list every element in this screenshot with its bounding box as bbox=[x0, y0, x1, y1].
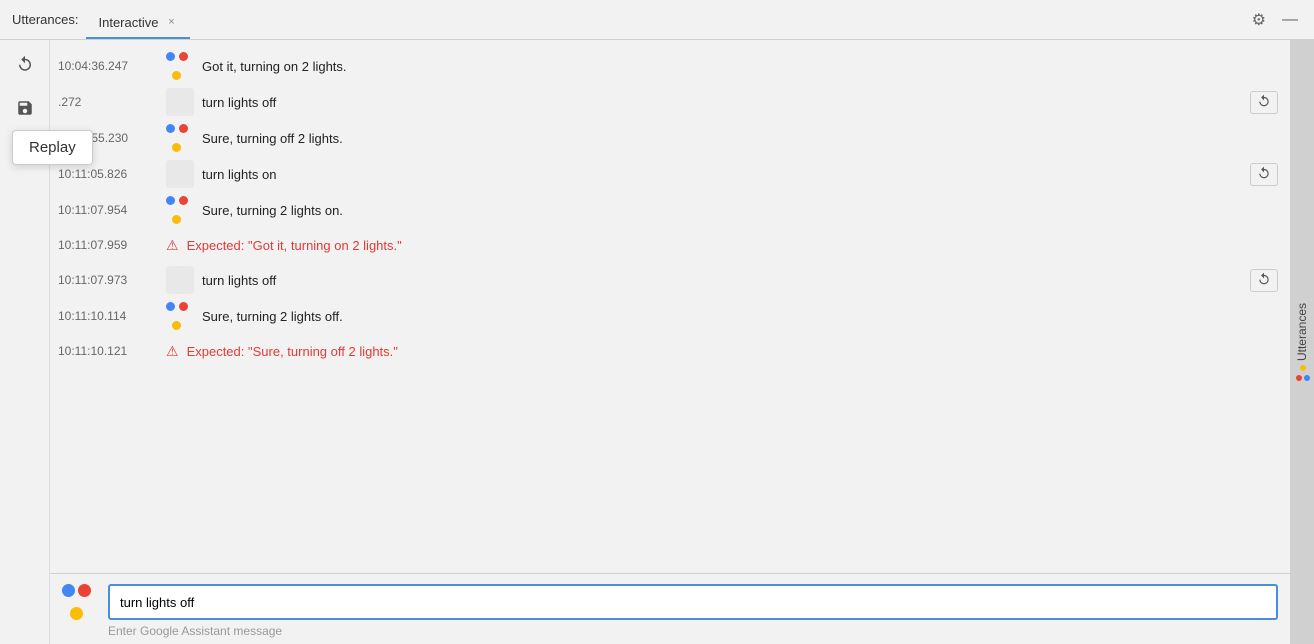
main-window: Utterances: Interactive × ⚙ — bbox=[0, 0, 1314, 644]
utterances-label: Utterances: bbox=[12, 12, 78, 27]
replay-button[interactable] bbox=[9, 48, 41, 80]
input-row bbox=[62, 584, 1278, 620]
timestamp: 10:11:05.826 bbox=[58, 167, 158, 181]
table-row: 10:06:55.230 Sure, turning off 2 lights. bbox=[50, 120, 1290, 156]
table-row: 10:11:10.114 Sure, turning 2 lights off. bbox=[50, 298, 1290, 334]
user-bubble bbox=[166, 160, 194, 188]
user-bubble bbox=[166, 266, 194, 294]
assistant-icon bbox=[166, 124, 194, 152]
replay-tooltip-label: Replay bbox=[29, 139, 76, 156]
timestamp: 10:11:07.959 bbox=[58, 238, 158, 252]
table-row: 10:11:07.973 turn lights off bbox=[50, 262, 1290, 298]
ga-side-icon bbox=[1294, 365, 1310, 381]
replay-message-button[interactable] bbox=[1250, 163, 1278, 186]
table-row: 10:11:07.954 Sure, turning 2 lights on. bbox=[50, 192, 1290, 228]
right-sidebar-label: Utterances bbox=[1292, 303, 1312, 381]
timestamp: 10:11:10.114 bbox=[58, 309, 158, 323]
message-input[interactable] bbox=[108, 584, 1278, 620]
replay-tooltip: Replay bbox=[12, 130, 93, 165]
tab-interactive[interactable]: Interactive × bbox=[86, 7, 190, 39]
message-text: Sure, turning off 2 lights. bbox=[202, 131, 1278, 146]
save-button[interactable] bbox=[9, 92, 41, 124]
content-area: 10:04:36.247 Got it, turning on 2 lights… bbox=[50, 40, 1290, 644]
assistant-icon bbox=[166, 302, 194, 330]
assistant-icon bbox=[166, 196, 194, 224]
timestamp: .272 bbox=[58, 95, 158, 109]
tab-close-button[interactable]: × bbox=[164, 15, 178, 29]
titlebar: Utterances: Interactive × ⚙ — bbox=[0, 0, 1314, 40]
right-sidebar[interactable]: Utterances bbox=[1290, 40, 1314, 644]
assistant-icon bbox=[166, 52, 194, 80]
tab-bar: Interactive × bbox=[86, 0, 190, 39]
tab-label: Interactive bbox=[98, 15, 158, 30]
message-text: Sure, turning 2 lights on. bbox=[202, 203, 1278, 218]
timestamp: 10:11:10.121 bbox=[58, 344, 158, 358]
message-text: turn lights off bbox=[202, 95, 1242, 110]
message-text: Expected: "Got it, turning on 2 lights." bbox=[187, 238, 1278, 253]
table-row: 10:11:10.121 ⚠ Expected: "Sure, turning … bbox=[50, 334, 1290, 368]
timestamp: 10:11:07.973 bbox=[58, 273, 158, 287]
table-row: 10:11:07.959 ⚠ Expected: "Got it, turnin… bbox=[50, 228, 1290, 262]
message-text: turn lights off bbox=[202, 273, 1242, 288]
replay-message-button[interactable] bbox=[1250, 269, 1278, 292]
input-hint: Enter Google Assistant message bbox=[62, 620, 1278, 638]
settings-button[interactable]: ⚙ bbox=[1248, 6, 1270, 34]
table-row: .272 turn lights off bbox=[50, 84, 1290, 120]
timestamp: 10:11:07.954 bbox=[58, 203, 158, 217]
table-row: 10:04:36.247 Got it, turning on 2 lights… bbox=[50, 48, 1290, 84]
messages-area: 10:04:36.247 Got it, turning on 2 lights… bbox=[50, 40, 1290, 573]
message-text: Sure, turning 2 lights off. bbox=[202, 309, 1278, 324]
message-text: Got it, turning on 2 lights. bbox=[202, 59, 1278, 74]
user-bubble bbox=[166, 88, 194, 116]
error-icon: ⚠ bbox=[166, 343, 179, 360]
minimize-button[interactable]: — bbox=[1278, 6, 1302, 34]
titlebar-actions: ⚙ — bbox=[1248, 6, 1302, 34]
message-text: turn lights on bbox=[202, 167, 1242, 182]
message-text: Expected: "Sure, turning off 2 lights." bbox=[187, 344, 1278, 359]
timestamp: 10:04:36.247 bbox=[58, 59, 158, 73]
bottom-area: Enter Google Assistant message bbox=[50, 573, 1290, 644]
replay-message-button[interactable] bbox=[1250, 91, 1278, 114]
table-row: 10:11:05.826 turn lights on bbox=[50, 156, 1290, 192]
main-area: Replay 10:04:36.247 Got it, turning on 2… bbox=[0, 40, 1314, 644]
ga-logo bbox=[62, 584, 98, 620]
error-icon: ⚠ bbox=[166, 237, 179, 254]
